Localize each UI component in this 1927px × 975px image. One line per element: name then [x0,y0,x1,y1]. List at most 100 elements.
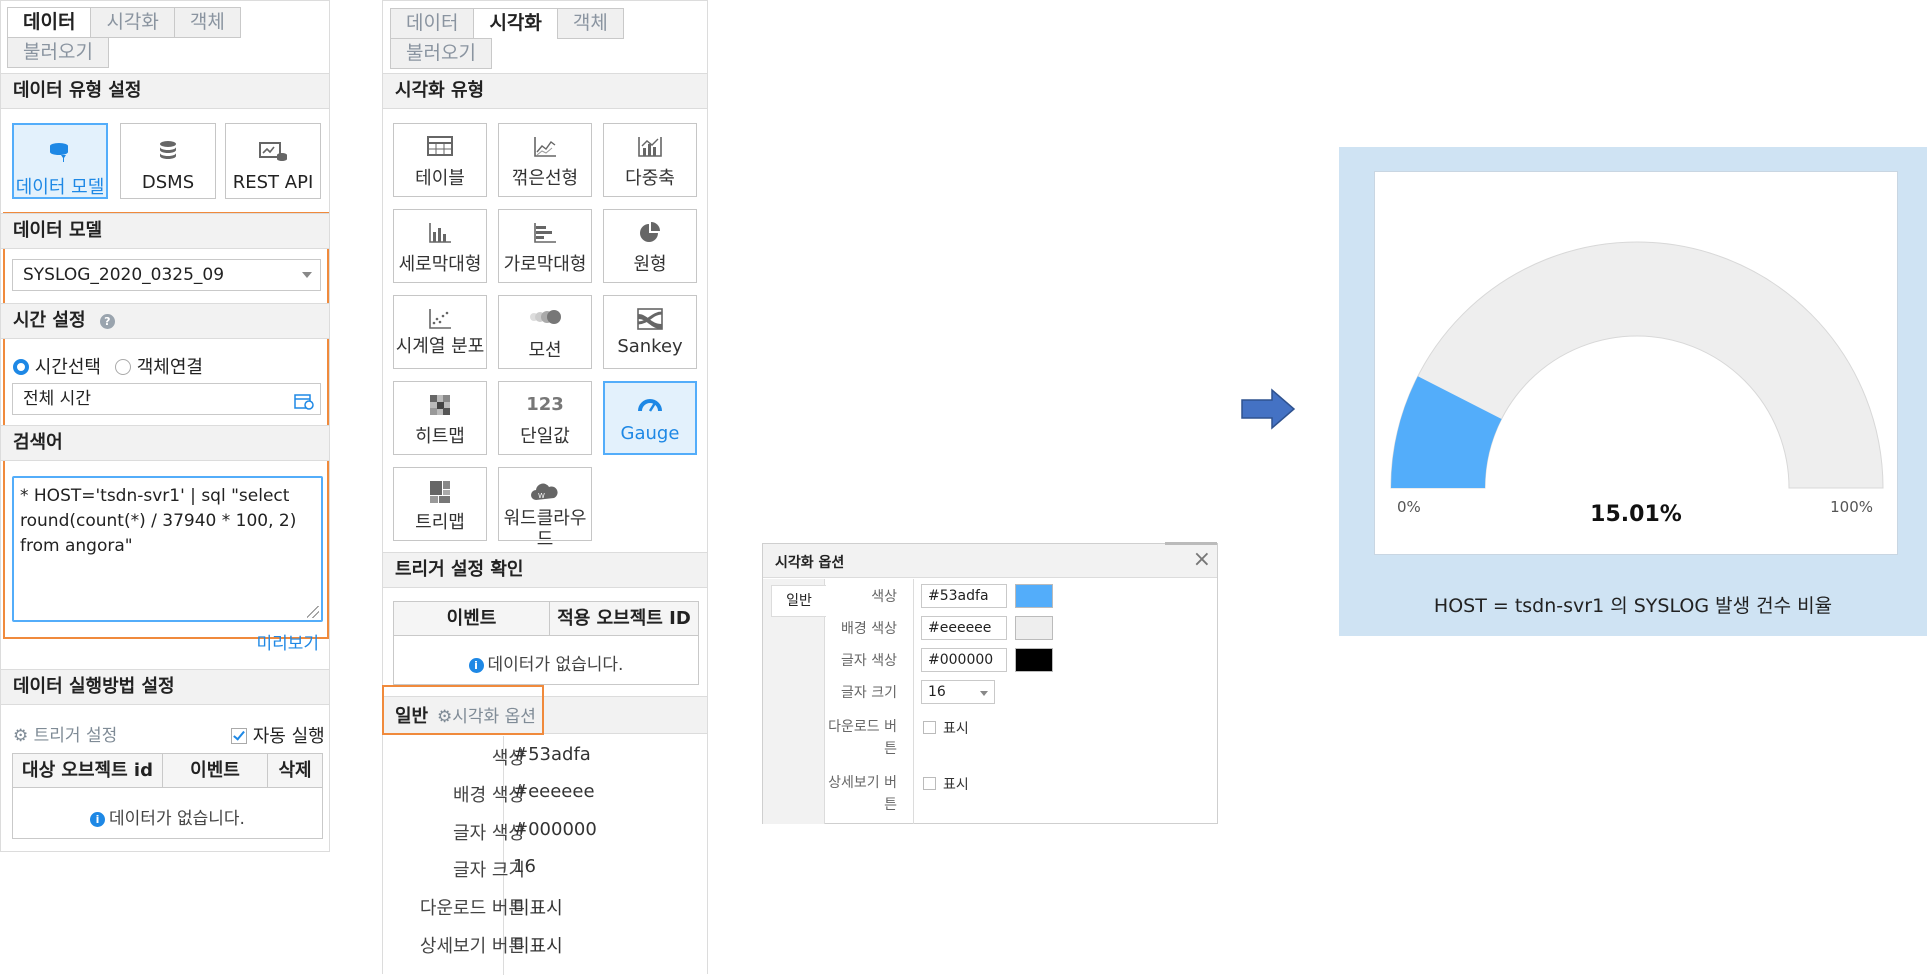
vis-type-heatmap-button[interactable]: 히트맵 [393,381,487,455]
option-row-detail: 상세보기 버 튼 표시 [763,770,1217,813]
option-label-line: 다운로드 버 [828,719,897,735]
vis-type-sankey-button[interactable]: Sankey [603,295,697,369]
property-value: #53adfa [513,744,591,765]
tab-visualization[interactable]: 시각화 [473,8,558,39]
close-icon[interactable]: × [1193,547,1211,572]
property-value: 미표시 [513,898,563,919]
vis-type-pie-chart-button[interactable]: 원형 [603,209,697,283]
radio-label: 객체연결 [136,357,203,378]
calendar-icon[interactable] [294,390,314,420]
property-key: 다운로드 버튼 [419,898,525,919]
resize-handle-icon[interactable] [307,606,319,618]
gear-icon: ⚙ [13,726,29,746]
vis-type-header: 시각화 유형 [383,73,707,109]
search-query-textarea[interactable]: * HOST='tsdn-svr1' | sql "select round(c… [12,476,323,622]
tab-load[interactable]: 불러오기 [7,37,109,68]
vis-options-dialog: 시각화 옵션 × 일반 색상 #53adfa 배경 색상 #eeeeee 글자 … [762,542,1218,824]
tab-load[interactable]: 불러오기 [390,38,492,69]
table-header: 삭제 [268,754,322,788]
search-query-text: * HOST='tsdn-svr1' | sql "select round(c… [20,486,297,556]
option-row-bg-color: 배경 색상 #eeeeee [763,616,1217,644]
info-icon: i [468,658,484,673]
property-value: #eeeeee [513,781,595,802]
option-row-color: 색상 #53adfa [763,584,1217,612]
gauge-result-frame: 0% 100% 15.01% HOST = tsdn-svr1 의 SYSLOG… [1339,147,1927,636]
vis-type-timeseries-button[interactable]: 시계열 분포 [393,295,487,369]
tab-data[interactable]: 데이터 [390,8,475,39]
preview-link[interactable]: 미리보기 [256,629,319,654]
tab-data[interactable]: 데이터 [7,7,92,38]
tab-object[interactable]: 객체 [556,8,624,39]
font-color-input[interactable]: #000000 [921,648,1007,672]
subtab-general[interactable]: 일반 [395,702,428,728]
data-type-dsms-button[interactable]: DSMS [120,123,216,199]
svg-text:W: W [538,492,545,500]
vis-type-line-chart-button[interactable]: 꺾은선형 [498,123,592,197]
bg-color-input[interactable]: #eeeeee [921,616,1007,640]
table-header: 대상 오브젝트 id [13,754,163,788]
option-label-line: 튼 [884,741,897,757]
help-icon[interactable]: ? [99,314,115,329]
subtab-vis-options-label: 시각화 옵션 [452,707,536,727]
color-swatch[interactable] [1015,584,1053,608]
vis-type-motion-button[interactable]: 모션 [498,295,592,369]
chevron-down-icon [302,272,312,278]
data-model-header: 데이터 모델 [1,213,329,249]
empty-message-text: 데이터가 없습니다. [109,809,245,829]
time-range-input[interactable]: 전체 시간 [12,383,321,415]
tab-object[interactable]: 객체 [173,7,241,38]
execution-header: 데이터 실행방법 설정 [1,669,329,705]
heatmap-icon [394,394,486,418]
data-type-model-button[interactable]: 데이터 모델 [12,123,108,199]
vis-type-column-chart-button[interactable]: 세로막대형 [393,209,487,283]
tab-visualization[interactable]: 시각화 [90,7,175,38]
vis-type-wordcloud-button[interactable]: W 워드클라우드 [498,467,592,550]
time-radio-select[interactable]: 시간선택 [13,353,101,379]
detail-checkbox[interactable] [923,777,936,790]
vis-type-table-button[interactable]: 테이블 [393,123,487,197]
panel-tabs: 데이터 시각화 객체 불러오기 [7,7,319,68]
option-row-font-size: 글자 크기 16 [763,680,1217,708]
vis-type-multi-axis-button[interactable]: 다중축 [603,123,697,197]
table-header: 적용 오브젝트 ID [550,602,698,636]
chevron-down-icon [980,691,988,696]
radio-label: 시간선택 [34,357,101,378]
vis-type-treemap-button[interactable]: 트리맵 [393,467,487,541]
property-row: 상세보기 버튼 미표시 [383,924,707,961]
property-value: #000000 [513,819,597,840]
checkbox-label: 표시 [943,777,969,793]
bg-color-swatch[interactable] [1015,616,1053,640]
panel-tabs: 데이터 시각화 객체 불러오기 [390,8,690,69]
empty-message-text: 데이터가 없습니다. [487,655,624,675]
trigger-setting-label: 트리거 설정 [33,726,118,746]
data-model-select[interactable]: SYSLOG_2020_0325_09 [12,259,321,291]
font-size-value: 16 [928,684,946,700]
font-color-swatch[interactable] [1015,648,1053,672]
visualization-settings-panel: 데이터 시각화 객체 불러오기 시각화 유형 테이블 꺾은선형 다중축세로막대형 가로… [382,0,708,975]
column-chart-icon [394,222,486,246]
gauge-icon [605,395,695,419]
download-checkbox[interactable] [923,721,936,734]
vis-type-label: 모션 [528,340,562,361]
auto-run-checkbox[interactable]: 자동 실행 [231,722,325,748]
time-radio-object[interactable]: 객체연결 [115,353,203,379]
data-type-rest-api-button[interactable]: REST API [225,123,321,199]
search-header: 검색어 [1,425,329,461]
vis-type-gauge-button[interactable]: Gauge [603,381,697,455]
vis-type-single-value-button[interactable]: 123 단일값 [498,381,592,455]
time-range-value: 전체 시간 [23,389,91,409]
dialog-titlebar: 시각화 옵션 × [763,542,1217,578]
gauge-chart [1390,241,1884,489]
option-label: 색상 [871,589,897,605]
color-input[interactable]: #53adfa [921,584,1007,608]
gauge-card: 0% 100% 15.01% [1374,171,1898,555]
option-row-font-color: 글자 색상 #000000 [763,648,1217,676]
time-setting-header: 시간 설정 ? [1,303,329,339]
font-size-select[interactable]: 16 [921,680,995,704]
trigger-setting-link[interactable]: ⚙ 트리거 설정 [13,721,117,746]
vis-type-label: 다중축 [625,168,675,189]
table-icon [394,136,486,160]
property-value: 미표시 [513,936,563,957]
subtab-vis-options[interactable]: ⚙시각화 옵션 [437,702,536,727]
vis-type-bar-chart-button[interactable]: 가로막대형 [498,209,592,283]
